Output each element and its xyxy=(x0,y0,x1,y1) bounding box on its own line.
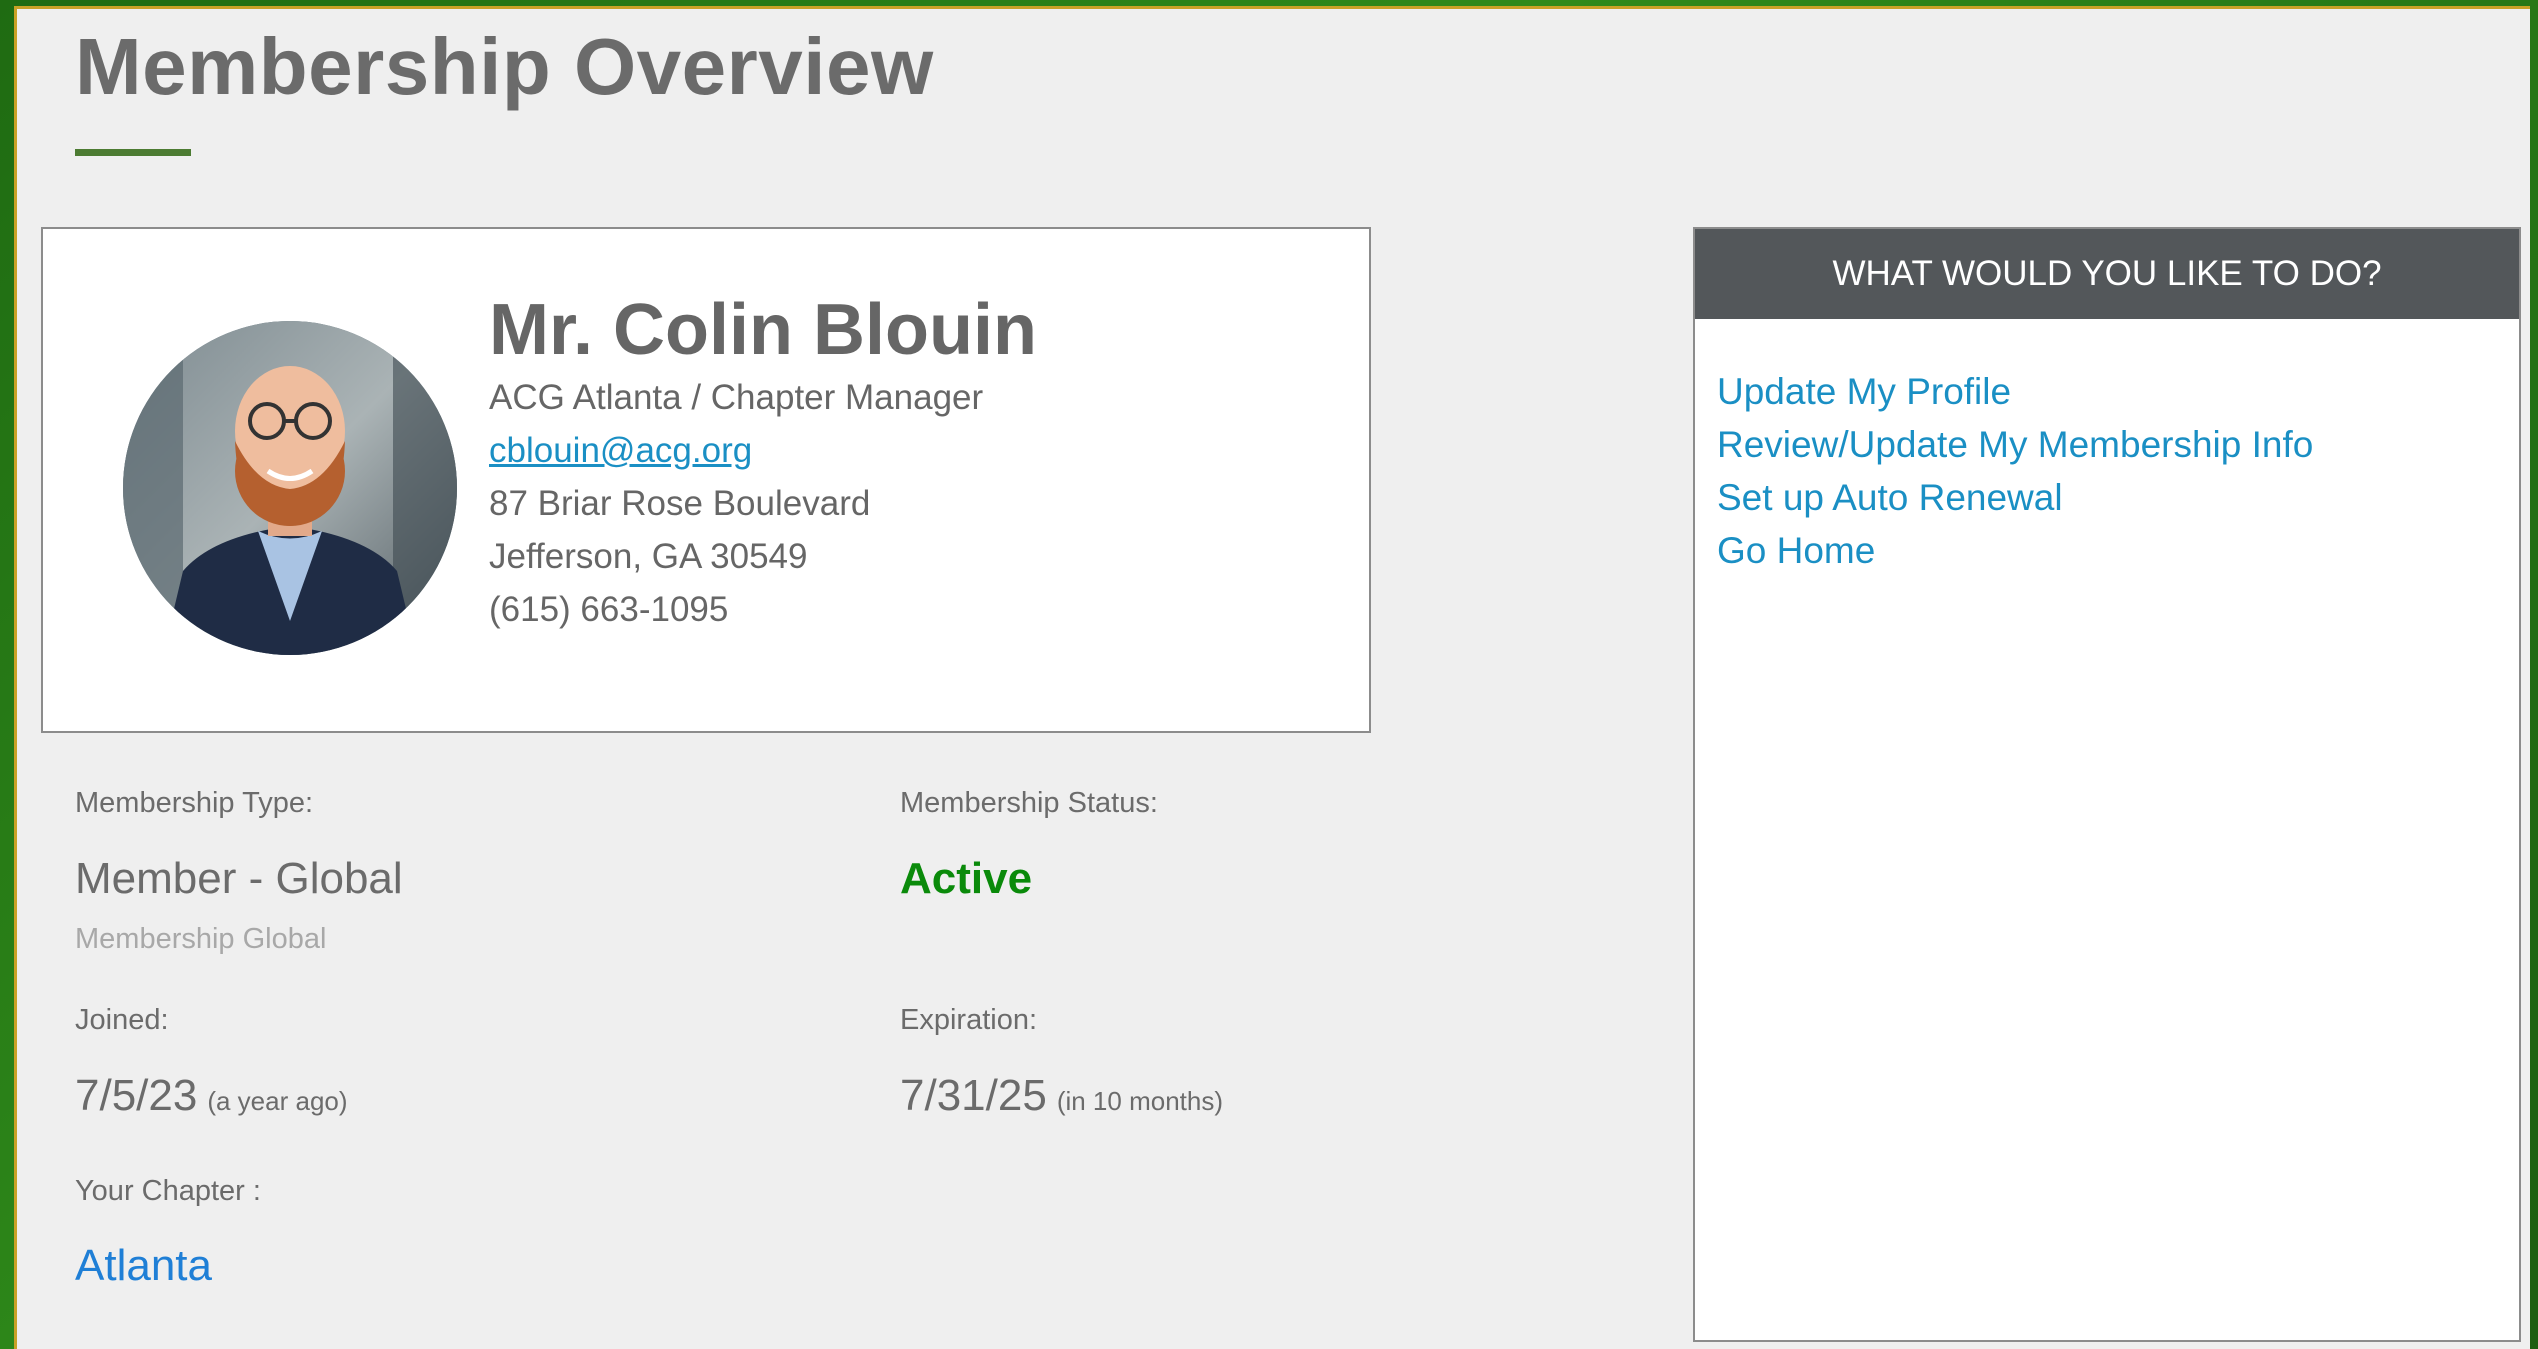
update-membership-info-link[interactable]: Review/Update My Membership Info xyxy=(1717,418,2519,471)
profile-email-link[interactable]: cblouin@acg.org xyxy=(489,424,1037,477)
actions-list: Update My Profile Review/Update My Membe… xyxy=(1695,319,2519,577)
profile-address-line1: 87 Briar Rose Boulevard xyxy=(489,484,871,523)
expiration-date: 7/31/25 xyxy=(900,1071,1047,1120)
actions-panel: WHAT WOULD YOU LIKE TO DO? Update My Pro… xyxy=(1693,227,2521,1342)
avatar xyxy=(123,321,457,655)
joined-label: Joined: xyxy=(75,1004,169,1036)
update-profile-link[interactable]: Update My Profile xyxy=(1717,365,2519,418)
joined-relative: (a year ago) xyxy=(207,1086,348,1116)
auto-renewal-link[interactable]: Set up Auto Renewal xyxy=(1717,471,2519,524)
profile-card: Mr. Colin Blouin ACG Atlanta / Chapter M… xyxy=(41,227,1371,733)
membership-type-sub: Membership Global xyxy=(75,923,327,955)
membership-status-value: Active xyxy=(900,854,1033,903)
profile-phone: (615) 663-1095 xyxy=(489,590,729,629)
membership-status-label: Membership Status: xyxy=(900,787,1158,819)
expiration-relative: (in 10 months) xyxy=(1056,1086,1223,1116)
profile-details: Mr. Colin Blouin ACG Atlanta / Chapter M… xyxy=(489,289,1037,636)
chapter-field: Atlanta xyxy=(75,1241,212,1291)
title-underline xyxy=(75,149,191,156)
profile-address-line2: Jefferson, GA 30549 xyxy=(489,537,808,576)
actions-header: WHAT WOULD YOU LIKE TO DO? xyxy=(1695,229,2519,319)
joined-field: 7/5/23 (a year ago) xyxy=(75,1071,348,1121)
joined-date: 7/5/23 xyxy=(75,1071,198,1120)
page-title: Membership Overview xyxy=(75,22,934,111)
person-photo-icon xyxy=(123,321,457,655)
chapter-link[interactable]: Atlanta xyxy=(75,1241,212,1290)
membership-type-value: Member - Global xyxy=(75,854,403,903)
go-home-link[interactable]: Go Home xyxy=(1717,524,2519,577)
membership-type-label: Membership Type: xyxy=(75,787,314,819)
profile-organization-role: ACG Atlanta / Chapter Manager xyxy=(489,378,984,417)
page-frame: Membership Overview Mr. Colin Blouin ACG… xyxy=(14,6,2530,1349)
chapter-label: Your Chapter : xyxy=(75,1175,261,1207)
expiration-label: Expiration: xyxy=(900,1004,1038,1036)
profile-name: Mr. Colin Blouin xyxy=(489,290,1037,370)
expiration-field: 7/31/25 (in 10 months) xyxy=(900,1071,1223,1121)
